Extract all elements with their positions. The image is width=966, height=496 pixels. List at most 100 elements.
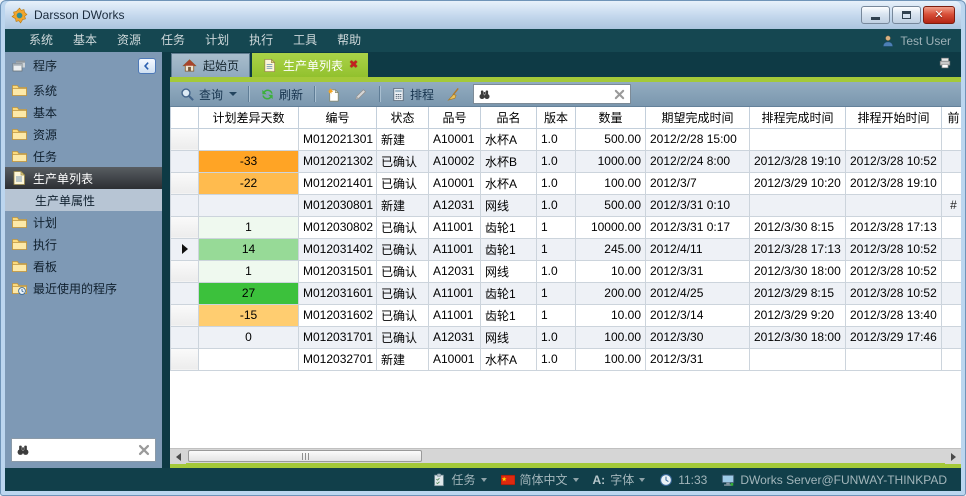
table-row[interactable]: 27M012031601已确认A11001齿轮11200.002012/4/25…: [171, 282, 962, 304]
cell-end[interactable]: 2012/3/29 8:15: [750, 282, 846, 304]
cell-start[interactable]: [846, 194, 942, 216]
cell-diff[interactable]: [199, 194, 299, 216]
column-header-rowhead[interactable]: [171, 107, 199, 128]
cell-extra[interactable]: [942, 216, 962, 238]
cell-name[interactable]: 网线: [481, 194, 537, 216]
cell-status[interactable]: 已确认: [377, 216, 429, 238]
menu-item-1[interactable]: 基本: [63, 29, 107, 52]
column-header-diff[interactable]: 计划差异天数: [199, 107, 299, 128]
cell-end[interactable]: [750, 128, 846, 150]
sidebar-item-0[interactable]: 系统: [5, 79, 162, 101]
cell-start[interactable]: 2012/3/28 10:52: [846, 282, 942, 304]
cell-qty[interactable]: 10.00: [576, 304, 646, 326]
menu-item-5[interactable]: 执行: [239, 29, 283, 52]
new-button[interactable]: [322, 85, 345, 104]
status-font[interactable]: A: 字体: [593, 471, 646, 488]
sidebar-search-input[interactable]: [34, 442, 133, 458]
schedule-button[interactable]: 排程: [387, 84, 438, 105]
horizontal-scrollbar[interactable]: [170, 448, 961, 463]
cell-start[interactable]: 2012/3/29 17:46: [846, 326, 942, 348]
row-header-cell[interactable]: [171, 194, 199, 216]
caret-down-icon[interactable]: [639, 478, 645, 482]
column-header-qty[interactable]: 数量: [576, 107, 646, 128]
cell-due[interactable]: 2012/2/28 15:00: [646, 128, 750, 150]
clear-search-icon[interactable]: [137, 443, 151, 457]
cell-due[interactable]: 2012/4/11: [646, 238, 750, 260]
cell-ver[interactable]: 1: [537, 282, 576, 304]
cell-extra[interactable]: [942, 282, 962, 304]
cell-qty[interactable]: 245.00: [576, 238, 646, 260]
cell-no[interactable]: M012021401: [299, 172, 377, 194]
cell-name[interactable]: 水杯A: [481, 348, 537, 370]
cell-start[interactable]: 2012/3/28 19:10: [846, 172, 942, 194]
cell-name[interactable]: 水杯A: [481, 172, 537, 194]
cell-qty[interactable]: 10.00: [576, 260, 646, 282]
row-header-cell[interactable]: [171, 326, 199, 348]
caret-down-icon[interactable]: [229, 92, 237, 96]
table-row[interactable]: -22M012021401已确认A10001水杯A1.0100.002012/3…: [171, 172, 962, 194]
cell-no[interactable]: M012021301: [299, 128, 377, 150]
sidebar-item-7[interactable]: 执行: [5, 233, 162, 255]
cell-diff[interactable]: 0: [199, 326, 299, 348]
cell-extra[interactable]: [942, 150, 962, 172]
refresh-button[interactable]: 刷新: [256, 84, 307, 105]
sidebar-item-5[interactable]: 生产单属性: [5, 189, 162, 211]
cell-ver[interactable]: 1.0: [537, 260, 576, 282]
table-row[interactable]: M012030801新建A12031网线1.0500.002012/3/31 0…: [171, 194, 962, 216]
cell-due[interactable]: 2012/4/25: [646, 282, 750, 304]
grid-search-input[interactable]: [495, 86, 609, 102]
cell-end[interactable]: [750, 348, 846, 370]
cell-no[interactable]: M012030801: [299, 194, 377, 216]
query-button[interactable]: 查询: [176, 84, 241, 105]
cell-name[interactable]: 齿轮1: [481, 216, 537, 238]
table-row[interactable]: M012032701新建A10001水杯A1.0100.002012/3/31: [171, 348, 962, 370]
cell-ver[interactable]: 1.0: [537, 172, 576, 194]
sidebar-item-2[interactable]: 资源: [5, 123, 162, 145]
cell-due[interactable]: 2012/3/7: [646, 172, 750, 194]
column-header-status[interactable]: 状态: [377, 107, 429, 128]
cell-end[interactable]: 2012/3/30 8:15: [750, 216, 846, 238]
menu-item-4[interactable]: 计划: [195, 29, 239, 52]
cell-due[interactable]: 2012/2/24 8:00: [646, 150, 750, 172]
cell-status[interactable]: 已确认: [377, 150, 429, 172]
sidebar-item-8[interactable]: 看板: [5, 255, 162, 277]
cell-pn[interactable]: A11001: [429, 282, 481, 304]
cell-pn[interactable]: A11001: [429, 238, 481, 260]
cell-extra[interactable]: [942, 348, 962, 370]
sidebar-splitter[interactable]: [162, 52, 170, 468]
cell-diff[interactable]: -15: [199, 304, 299, 326]
cell-name[interactable]: 齿轮1: [481, 238, 537, 260]
row-header-cell[interactable]: [171, 172, 199, 194]
cell-qty[interactable]: 100.00: [576, 348, 646, 370]
row-header-cell[interactable]: [171, 304, 199, 326]
cell-qty[interactable]: 500.00: [576, 128, 646, 150]
cell-diff[interactable]: 14: [199, 238, 299, 260]
row-header-cell[interactable]: [171, 238, 199, 260]
cell-name[interactable]: 水杯A: [481, 128, 537, 150]
column-header-due[interactable]: 期望完成时间: [646, 107, 750, 128]
cell-due[interactable]: 2012/3/31: [646, 348, 750, 370]
cell-name[interactable]: 齿轮1: [481, 304, 537, 326]
column-header-pn[interactable]: 品号: [429, 107, 481, 128]
cell-ver[interactable]: 1.0: [537, 150, 576, 172]
cell-start[interactable]: 2012/3/28 10:52: [846, 150, 942, 172]
cell-no[interactable]: M012031501: [299, 260, 377, 282]
cell-name[interactable]: 水杯B: [481, 150, 537, 172]
printer-icon[interactable]: [937, 56, 953, 70]
cell-qty[interactable]: 10000.00: [576, 216, 646, 238]
cell-extra[interactable]: #: [942, 194, 962, 216]
cell-no[interactable]: M012030802: [299, 216, 377, 238]
cell-end[interactable]: 2012/3/29 10:20: [750, 172, 846, 194]
table-row[interactable]: M012021301新建A10001水杯A1.0500.002012/2/28 …: [171, 128, 962, 150]
maximize-button[interactable]: [892, 6, 921, 24]
cell-no[interactable]: M012031402: [299, 238, 377, 260]
sidebar-search-box[interactable]: [11, 438, 156, 462]
cell-status[interactable]: 已确认: [377, 326, 429, 348]
cell-status[interactable]: 已确认: [377, 238, 429, 260]
cell-pn[interactable]: A10001: [429, 172, 481, 194]
cell-no[interactable]: M012031602: [299, 304, 377, 326]
column-header-extra[interactable]: 前: [942, 107, 962, 128]
cell-end[interactable]: 2012/3/30 18:00: [750, 326, 846, 348]
cell-start[interactable]: [846, 348, 942, 370]
sidebar-item-4[interactable]: 生产单列表: [5, 167, 162, 189]
